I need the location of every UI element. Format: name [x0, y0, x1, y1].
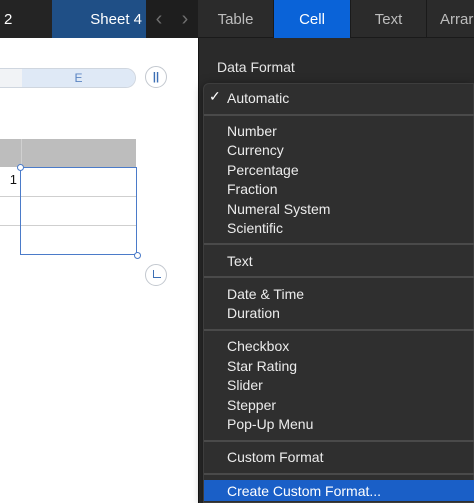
menu-item-currency[interactable]: Currency: [204, 140, 474, 160]
spreadsheet-canvas[interactable]: E || 1: [0, 38, 198, 503]
data-format-label: Data Format: [217, 59, 295, 75]
pause-icon: ||: [152, 71, 160, 83]
menu-separator: [204, 243, 474, 245]
menu-item-number[interactable]: Number: [204, 121, 474, 141]
selection-handle-bottom-right[interactable]: [134, 252, 141, 259]
menu-item-star-rating[interactable]: Star Rating: [204, 356, 474, 376]
menu-separator: [204, 329, 474, 331]
menu-item-custom-format[interactable]: Custom Format: [204, 447, 474, 467]
menu-separator: [204, 114, 474, 116]
menu-item-slider[interactable]: Slider: [204, 375, 474, 395]
sheet-tab-active[interactable]: Sheet 4: [52, 0, 146, 38]
inspector-tab-bar: Table Cell Text Arrar: [198, 0, 474, 38]
column-header-e[interactable]: E: [22, 69, 135, 87]
cell-d1-value[interactable]: 1: [0, 172, 17, 192]
menu-separator: [204, 440, 474, 442]
cell-selection[interactable]: [20, 167, 137, 255]
menu-item-checkbox[interactable]: Checkbox: [204, 336, 474, 356]
menu-item-stepper[interactable]: Stepper: [204, 395, 474, 415]
menu-separator: [204, 276, 474, 278]
menu-separator: [204, 473, 474, 475]
menu-item-text[interactable]: Text: [204, 251, 474, 271]
tab-text[interactable]: Text: [351, 0, 427, 38]
tab-arrange[interactable]: Arrar: [427, 0, 474, 38]
column-header-bar[interactable]: E: [0, 68, 136, 88]
checkmark-icon: ✓: [209, 88, 221, 104]
tab-table[interactable]: Table: [198, 0, 274, 38]
header-divider: [21, 139, 22, 167]
sheet-tab-previous[interactable]: 2: [0, 0, 52, 38]
menu-item-label: Automatic: [227, 90, 290, 106]
chevron-left-icon[interactable]: ‹: [146, 0, 172, 38]
sheet-tab-bar: 2 Sheet 4 ‹ ›: [0, 0, 198, 38]
freeze-columns-button[interactable]: ||: [145, 66, 167, 88]
menu-item-popup-menu[interactable]: Pop-Up Menu: [204, 414, 474, 434]
menu-item-percentage[interactable]: Percentage: [204, 160, 474, 180]
tab-cell[interactable]: Cell: [274, 0, 351, 38]
data-format-menu[interactable]: ✓ Automatic Number Currency Percentage F…: [203, 83, 474, 503]
corner-icon: [153, 270, 161, 278]
menu-item-automatic[interactable]: ✓ Automatic: [204, 88, 474, 108]
chevron-right-icon[interactable]: ›: [172, 0, 198, 38]
menu-item-date-time[interactable]: Date & Time: [204, 284, 474, 304]
menu-item-create-custom-format[interactable]: Create Custom Format...: [204, 480, 474, 501]
menu-item-scientific[interactable]: Scientific: [204, 218, 474, 238]
menu-item-fraction[interactable]: Fraction: [204, 179, 474, 199]
resize-table-button[interactable]: [145, 264, 167, 286]
menu-item-numeral-system[interactable]: Numeral System: [204, 199, 474, 219]
selection-handle-top-left[interactable]: [17, 164, 24, 171]
menu-item-duration[interactable]: Duration: [204, 303, 474, 323]
